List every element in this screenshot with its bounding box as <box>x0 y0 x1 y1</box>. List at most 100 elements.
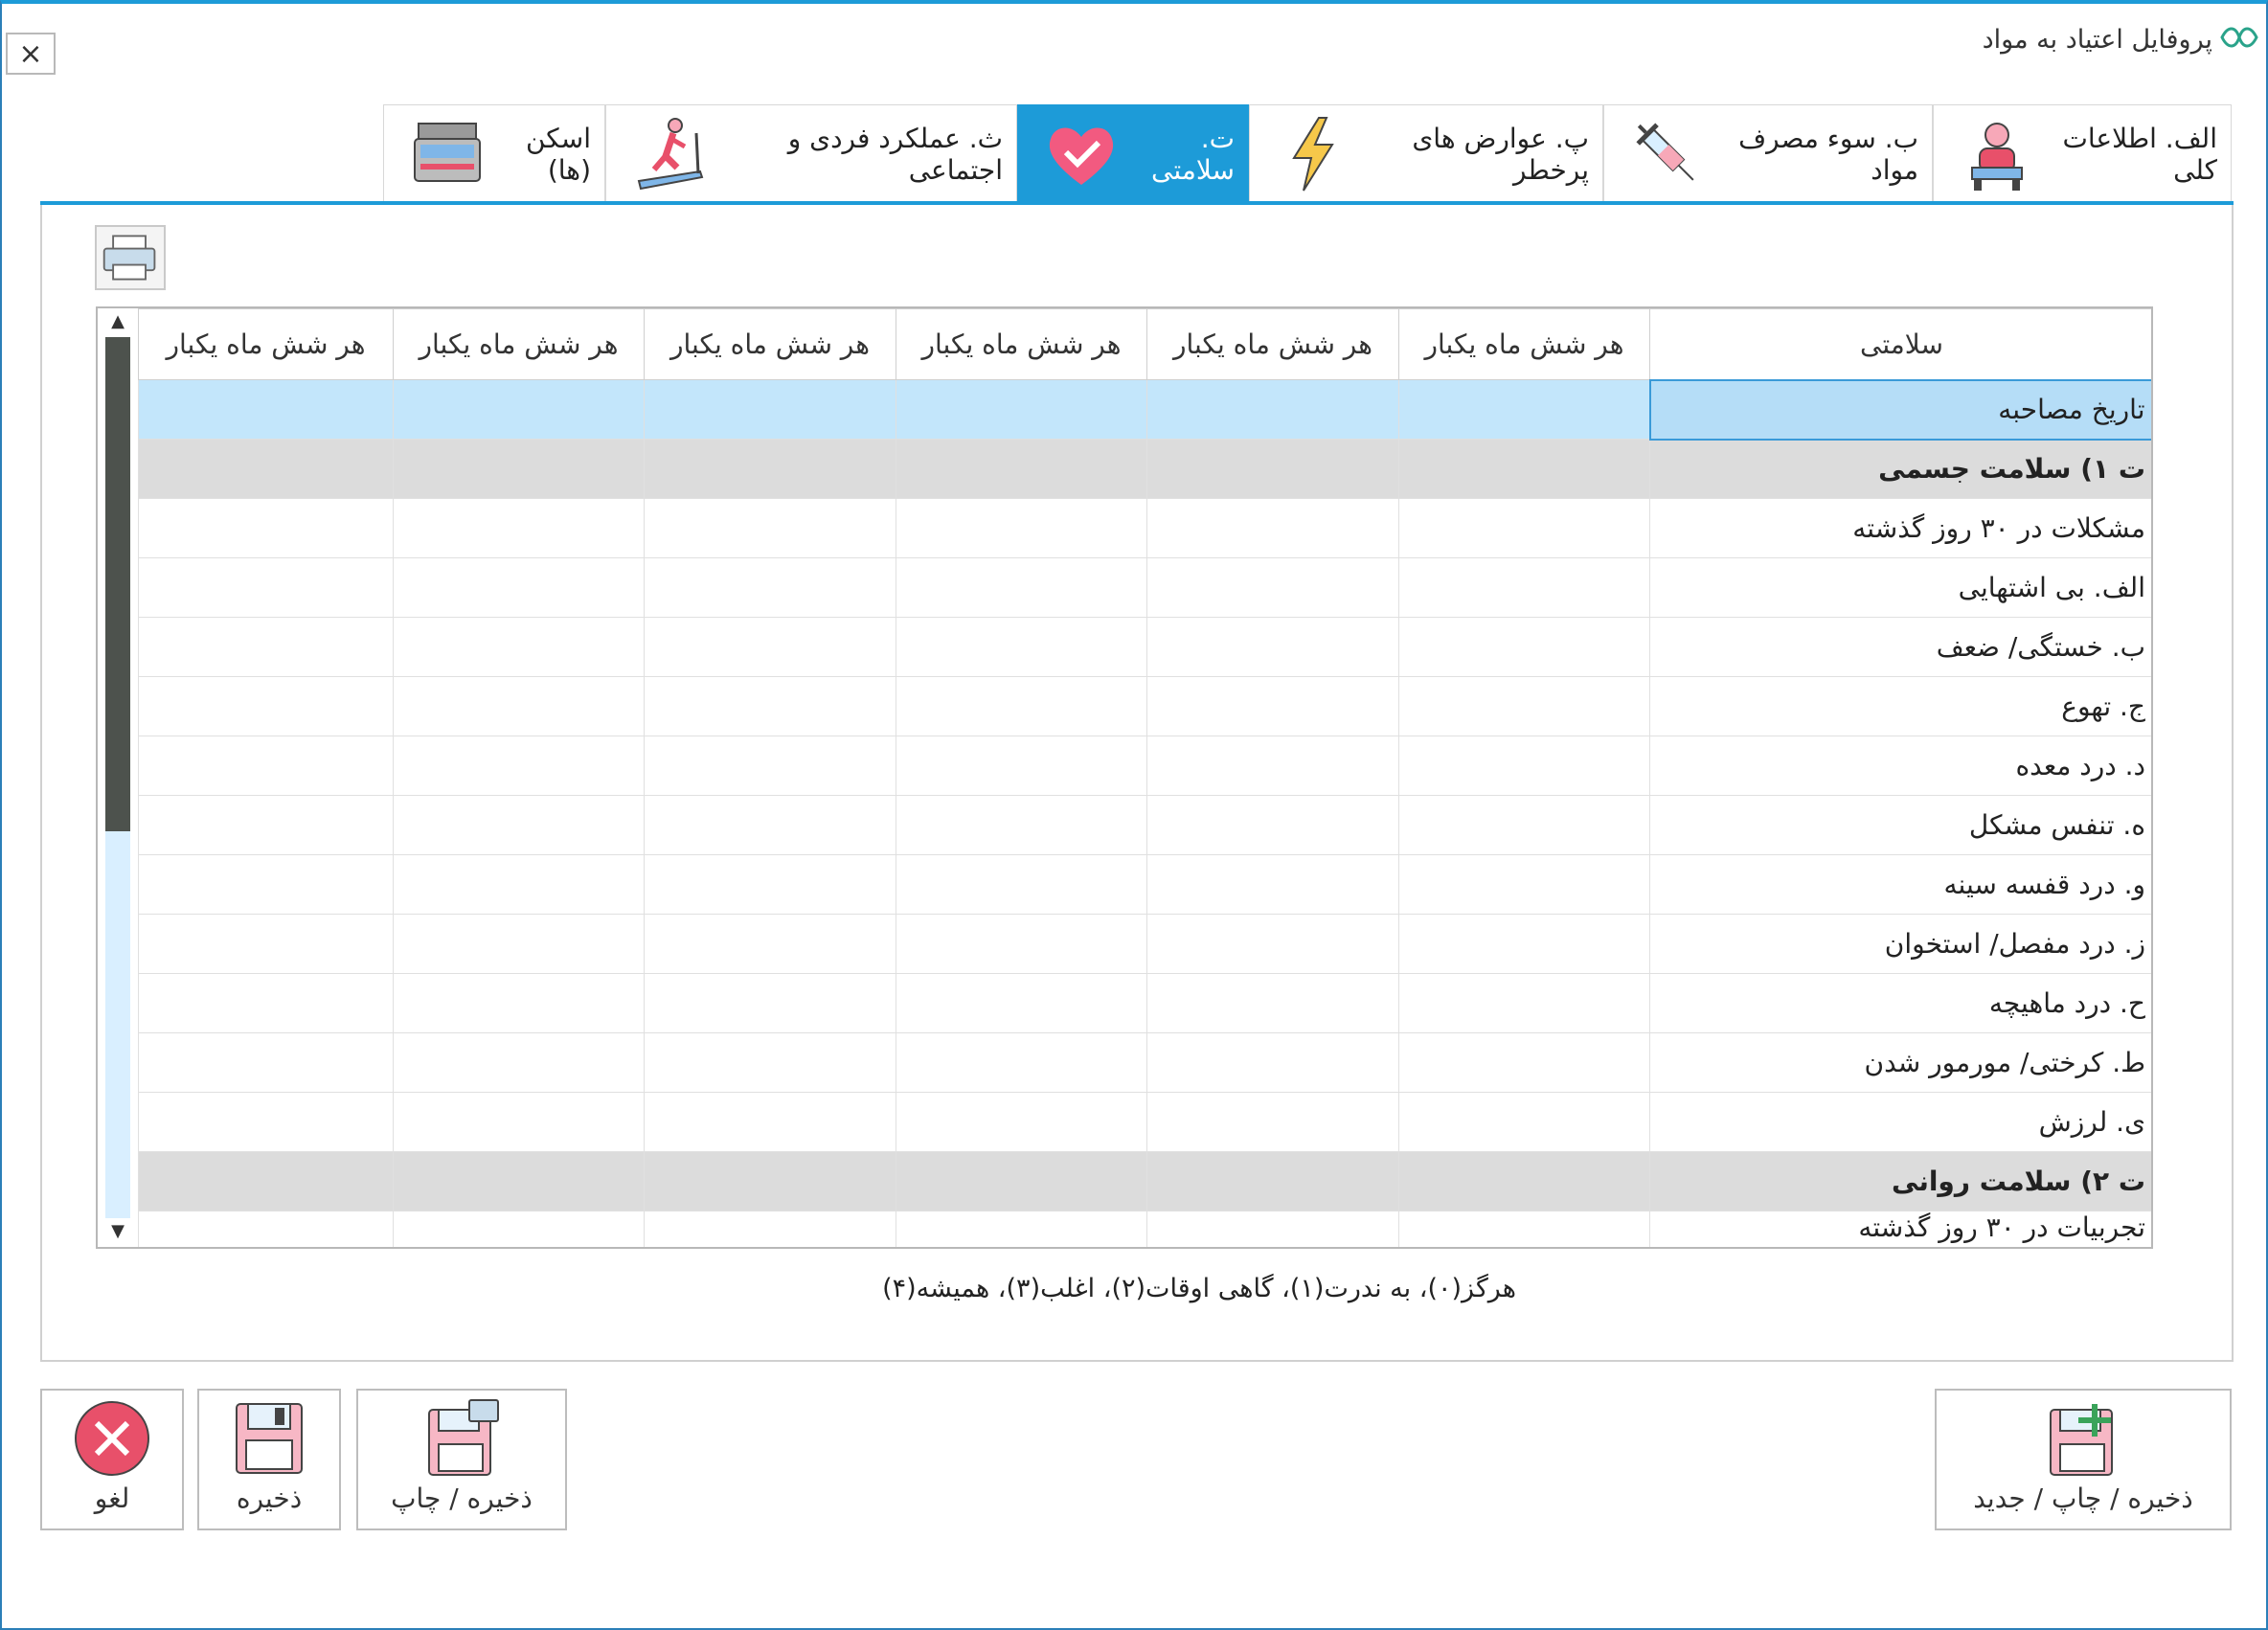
grid-cell[interactable] <box>644 379 896 440</box>
grid-cell[interactable] <box>644 1092 896 1152</box>
grid-cell[interactable] <box>138 1032 394 1093</box>
tab-personal-social[interactable]: ث. عملکرد فردی و اجتماعی <box>605 104 1017 202</box>
grid-cell[interactable] <box>1398 1092 1650 1152</box>
grid-cell[interactable] <box>1398 854 1650 915</box>
grid-cell[interactable] <box>896 617 1147 677</box>
row-label[interactable]: مشکلات در ۳۰ روز گذشته <box>1649 498 2151 558</box>
table-row[interactable]: تاریخ مصاحبه <box>138 378 2151 441</box>
grid-cell[interactable] <box>896 676 1147 736</box>
grid-cell[interactable] <box>896 1032 1147 1093</box>
grid-cell[interactable] <box>644 1032 896 1093</box>
grid-cell[interactable] <box>1146 1151 1399 1211</box>
table-row[interactable]: ی. لرزش <box>138 1092 2151 1152</box>
grid-cell[interactable] <box>393 557 645 618</box>
grid-cell[interactable] <box>393 1092 645 1152</box>
grid-cell[interactable] <box>896 1151 1147 1211</box>
grid-cell[interactable] <box>138 1092 394 1152</box>
column-header[interactable]: هر شش ماه یکبار <box>896 308 1147 380</box>
section-row[interactable]: ت ۱) سلامت جسمی <box>138 439 2151 499</box>
grid-cell[interactable] <box>1146 498 1399 558</box>
tab-general-info[interactable]: الف. اطلاعات کلی <box>1933 104 2232 202</box>
save-button[interactable]: ذخیره <box>197 1389 341 1530</box>
table-row[interactable]: ب. خستگی/ ضعف <box>138 617 2151 677</box>
grid-cell[interactable] <box>1398 557 1650 618</box>
section-row[interactable]: ت ۲) سلامت روانی <box>138 1151 2151 1211</box>
grid-cell[interactable] <box>393 854 645 915</box>
grid-cell[interactable] <box>393 914 645 974</box>
grid-cell[interactable] <box>1146 795 1399 855</box>
grid-cell[interactable] <box>1146 557 1399 618</box>
row-label[interactable]: ج. تهوع <box>1649 676 2151 736</box>
grid-cell[interactable] <box>644 736 896 796</box>
grid-cell[interactable] <box>1146 676 1399 736</box>
vertical-scrollbar[interactable]: ▲ ▼ <box>98 308 138 1247</box>
row-label[interactable]: الف. بی اشتهایی <box>1649 557 2151 618</box>
grid-cell[interactable] <box>1398 914 1650 974</box>
row-label[interactable]: ز. درد مفصل/ استخوان <box>1649 914 2151 974</box>
grid-cell[interactable] <box>138 1151 394 1211</box>
grid-cell[interactable] <box>1398 1211 1650 1247</box>
grid-cell[interactable] <box>896 1092 1147 1152</box>
grid-cell[interactable] <box>138 854 394 915</box>
table-row[interactable]: الف. بی اشتهایی <box>138 557 2151 618</box>
grid-cell[interactable] <box>393 1151 645 1211</box>
grid-cell[interactable] <box>1398 1151 1650 1211</box>
grid-cell[interactable] <box>896 973 1147 1033</box>
table-row[interactable]: تجربیات در ۳۰ روز گذشته <box>138 1211 2151 1247</box>
grid-cell[interactable] <box>138 379 394 440</box>
scrollbar-thumb[interactable] <box>105 337 130 831</box>
row-label[interactable]: تجربیات در ۳۰ روز گذشته <box>1649 1211 2151 1247</box>
grid-cell[interactable] <box>1398 795 1650 855</box>
grid-cell[interactable] <box>138 617 394 677</box>
grid-cell[interactable] <box>1398 617 1650 677</box>
grid-cell[interactable] <box>644 854 896 915</box>
scroll-up-icon[interactable]: ▲ <box>105 312 130 331</box>
grid-cell[interactable] <box>138 439 394 499</box>
grid-cell[interactable] <box>138 557 394 618</box>
grid-cell[interactable] <box>1398 498 1650 558</box>
grid-cell[interactable] <box>644 973 896 1033</box>
row-label[interactable]: ط. کرختی/ مورمور شدن <box>1649 1032 2151 1093</box>
grid-cell[interactable] <box>1146 617 1399 677</box>
grid-cell[interactable] <box>393 973 645 1033</box>
column-header[interactable]: هر شش ماه یکبار <box>1398 308 1650 380</box>
table-row[interactable]: و. درد قفسه سینه <box>138 854 2151 915</box>
grid-cell[interactable] <box>896 854 1147 915</box>
grid-cell[interactable] <box>393 795 645 855</box>
grid-cell[interactable] <box>138 795 394 855</box>
grid-cell[interactable] <box>393 1211 645 1247</box>
grid-cell[interactable] <box>1146 736 1399 796</box>
grid-cell[interactable] <box>1146 439 1399 499</box>
grid-cell[interactable] <box>1398 1032 1650 1093</box>
grid-cell[interactable] <box>1146 379 1399 440</box>
grid-cell[interactable] <box>644 557 896 618</box>
grid-cell[interactable] <box>393 379 645 440</box>
grid-cell[interactable] <box>1398 676 1650 736</box>
grid-cell[interactable] <box>896 439 1147 499</box>
row-label[interactable]: ه. تنفس مشکل <box>1649 795 2151 855</box>
table-row[interactable]: ه. تنفس مشکل <box>138 795 2151 855</box>
row-label[interactable]: و. درد قفسه سینه <box>1649 854 2151 915</box>
grid-cell[interactable] <box>644 617 896 677</box>
grid-cell[interactable] <box>896 1211 1147 1247</box>
grid-cell[interactable] <box>896 914 1147 974</box>
grid-cell[interactable] <box>1398 736 1650 796</box>
row-label[interactable]: ح. درد ماهیچه <box>1649 973 2151 1033</box>
grid-cell[interactable] <box>1146 914 1399 974</box>
grid-cell[interactable] <box>1146 854 1399 915</box>
grid-cell[interactable] <box>644 676 896 736</box>
row-label[interactable]: د. درد معده <box>1649 736 2151 796</box>
column-header[interactable]: هر شش ماه یکبار <box>644 308 896 380</box>
grid-cell[interactable] <box>1398 973 1650 1033</box>
grid-cell[interactable] <box>644 914 896 974</box>
grid-cell[interactable] <box>1146 973 1399 1033</box>
scroll-down-icon[interactable]: ▼ <box>105 1222 130 1241</box>
tab-health[interactable]: ت. سلامتی <box>1017 104 1249 202</box>
tab-substance-abuse[interactable]: ب. سوء مصرف مواد <box>1603 104 1933 202</box>
grid-cell[interactable] <box>896 736 1147 796</box>
grid-cell[interactable] <box>1146 1032 1399 1093</box>
grid-cell[interactable] <box>138 973 394 1033</box>
grid-cell[interactable] <box>393 676 645 736</box>
save-print-new-button[interactable]: ذخیره / چاپ / جدید <box>1935 1389 2232 1530</box>
column-header[interactable]: هر شش ماه یکبار <box>1146 308 1399 380</box>
